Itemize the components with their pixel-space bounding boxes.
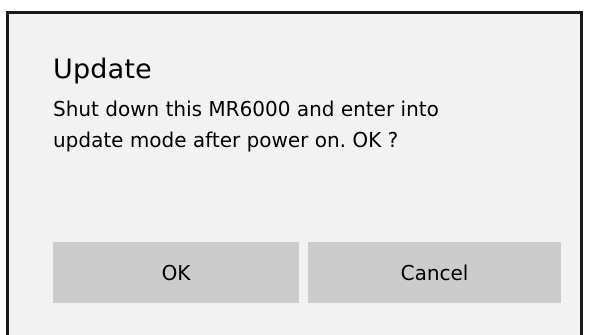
dialog-message: Shut down this MR6000 and enter into upd… bbox=[53, 94, 573, 156]
dialog-title: Update bbox=[53, 54, 152, 85]
cancel-button[interactable]: Cancel bbox=[308, 242, 561, 303]
dialog-message-line-1: Shut down this MR6000 and enter into bbox=[53, 97, 439, 121]
dialog-message-line-2: update mode after power on. OK ? bbox=[53, 128, 399, 152]
ok-button[interactable]: OK bbox=[53, 242, 299, 303]
update-dialog: Update Shut down this MR6000 and enter i… bbox=[6, 11, 583, 335]
